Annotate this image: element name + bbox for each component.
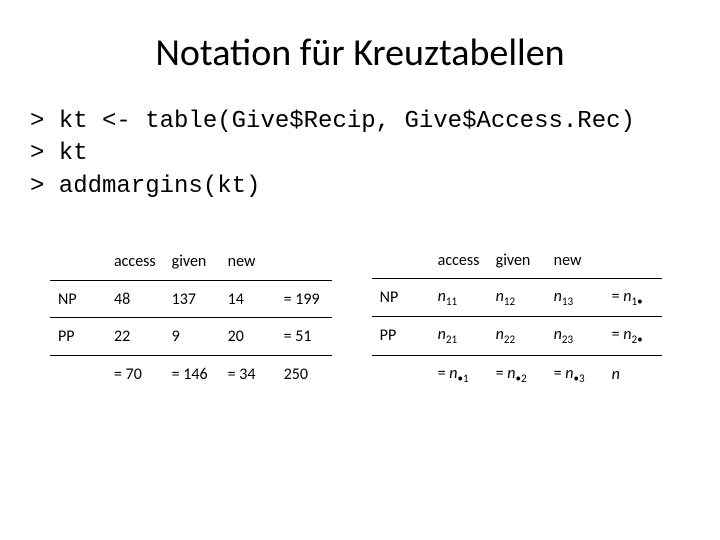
- n-symbol: n: [507, 364, 515, 383]
- code-line: > addmargins(kt): [30, 173, 260, 200]
- cell: 22: [106, 318, 164, 356]
- cell: 9: [164, 318, 220, 356]
- eq-prefix: =: [612, 325, 624, 344]
- col-header: given: [164, 243, 220, 280]
- table-row: PP n21 n22 n23 = n2•: [372, 317, 662, 355]
- n-symbol: n: [612, 365, 620, 384]
- col-total: = 146: [164, 356, 220, 393]
- slide: Notation für Kreuztabellen > kt <- table…: [0, 0, 720, 540]
- col-header: access: [430, 243, 488, 279]
- col-header: new: [220, 243, 276, 280]
- cell: n22: [488, 317, 546, 355]
- row-label: NP: [372, 279, 430, 317]
- cell: n13: [546, 279, 604, 317]
- cell-blank: [50, 243, 106, 280]
- cell: 137: [164, 280, 220, 318]
- n-symbol: n: [623, 287, 631, 306]
- cell: 48: [106, 280, 164, 318]
- n-symbol: n: [565, 364, 573, 383]
- col-total: = n•3: [546, 355, 604, 393]
- n-symbol: n: [449, 364, 457, 383]
- table-row: NP n11 n12 n13 = n1•: [372, 279, 662, 317]
- row-total: = n2•: [604, 317, 662, 355]
- eq-prefix: =: [438, 364, 450, 383]
- n-symbol: n: [623, 325, 631, 344]
- table-row: = n•1 = n•2 = n•3 n: [372, 355, 662, 393]
- subscript: •3: [574, 372, 585, 385]
- right-table: access given new NP n11 n12 n13 = n1• PP…: [372, 243, 662, 393]
- cell: n11: [430, 279, 488, 317]
- row-label: PP: [50, 318, 106, 356]
- n-symbol: n: [438, 325, 446, 344]
- cell-blank: [276, 243, 332, 280]
- table-row: = 70 = 146 = 34 250: [50, 356, 332, 393]
- col-header: new: [546, 243, 604, 279]
- eq-prefix: =: [496, 364, 508, 383]
- n-symbol: n: [438, 287, 446, 306]
- subscript: 21: [446, 334, 457, 347]
- eq-prefix: =: [612, 287, 624, 306]
- subscript: 12: [504, 295, 515, 308]
- table-row: NP 48 137 14 = 199: [50, 280, 332, 318]
- tables-row: access given new NP 48 137 14 = 199 PP 2…: [30, 243, 690, 393]
- cell: n12: [488, 279, 546, 317]
- row-total: = 199: [276, 280, 332, 318]
- code-line: > kt: [30, 140, 88, 167]
- table-row: PP 22 9 20 = 51: [50, 318, 332, 356]
- n-symbol: n: [554, 325, 562, 344]
- cell: n21: [430, 317, 488, 355]
- table-row: access given new: [50, 243, 332, 280]
- col-total: = n•1: [430, 355, 488, 393]
- cell: 20: [220, 318, 276, 356]
- subscript: 13: [562, 295, 573, 308]
- n-symbol: n: [554, 287, 562, 306]
- subscript: •1: [458, 372, 469, 385]
- cell-blank: [372, 355, 430, 393]
- grand-total: 250: [276, 356, 332, 393]
- col-total: = n•2: [488, 355, 546, 393]
- code-line: > kt <- table(Give$Recip, Give$Access.Re…: [30, 108, 635, 135]
- subscript: 1•: [632, 295, 643, 308]
- col-total: = 70: [106, 356, 164, 393]
- cell-blank: [50, 356, 106, 393]
- page-title: Notation für Kreuztabellen: [30, 30, 690, 76]
- cell: 14: [220, 280, 276, 318]
- cell-blank: [372, 243, 430, 279]
- subscript: 23: [562, 334, 573, 347]
- table-row: access given new: [372, 243, 662, 279]
- row-label: PP: [372, 317, 430, 355]
- col-header: access: [106, 243, 164, 280]
- n-symbol: n: [496, 287, 504, 306]
- cell-blank: [604, 243, 662, 279]
- row-label: NP: [50, 280, 106, 318]
- subscript: 2•: [632, 334, 643, 347]
- subscript: 11: [446, 295, 457, 308]
- row-total: = 51: [276, 318, 332, 356]
- eq-prefix: =: [554, 364, 566, 383]
- cell: n23: [546, 317, 604, 355]
- left-table: access given new NP 48 137 14 = 199 PP 2…: [50, 243, 332, 393]
- code-block: > kt <- table(Give$Recip, Give$Access.Re…: [30, 106, 690, 203]
- subscript: 22: [504, 334, 515, 347]
- n-symbol: n: [496, 325, 504, 344]
- grand-total: n: [604, 355, 662, 393]
- col-total: = 34: [220, 356, 276, 393]
- row-total: = n1•: [604, 279, 662, 317]
- col-header: given: [488, 243, 546, 279]
- subscript: •2: [516, 372, 527, 385]
